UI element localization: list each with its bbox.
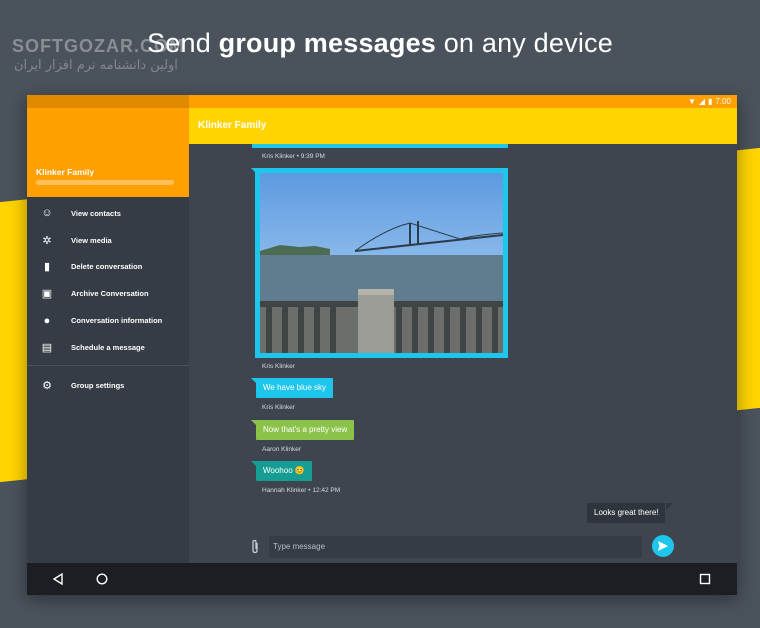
message-list[interactable]: Kris Klinker • 9:39 PM Kris Klinker We h… — [189, 144, 737, 563]
bay-bridge-photo — [260, 173, 503, 353]
previous-bubble-edge — [252, 144, 508, 148]
menu-item-delete-conversation[interactable]: ▮ Delete conversation — [27, 254, 189, 281]
aperture-icon: ✲ — [42, 234, 52, 247]
signal-icon: ◢ — [698, 97, 706, 106]
menu-item-group-settings[interactable]: ⚙ Group settings — [27, 372, 189, 399]
menu-label: View contacts — [71, 208, 121, 218]
message-meta: Kris Klinker — [262, 363, 295, 370]
message-bubble[interactable]: We have blue sky — [256, 378, 333, 398]
message-input[interactable]: Type message — [269, 536, 642, 558]
menu-label: Schedule a message — [71, 342, 145, 352]
headline-bold: group messages — [218, 28, 437, 58]
recents-button[interactable] — [697, 571, 713, 587]
promo-headline: Send group messages on any device — [0, 28, 760, 59]
battery-icon: ▮ — [708, 97, 713, 106]
send-icon — [658, 541, 668, 551]
back-button[interactable] — [50, 571, 66, 587]
status-time: 7:00 — [715, 97, 731, 106]
status-bar: ▼ ◢ ▮ 7:00 — [27, 95, 737, 108]
menu-label: View media — [71, 235, 112, 245]
menu-label: Group settings — [71, 380, 125, 390]
app-toolbar: Klinker Family — [189, 108, 737, 144]
drawer-conversation-name: Klinker Family — [36, 167, 95, 177]
watermark-subtitle: اولین دانشنامه نرم افزار ایران — [14, 58, 178, 73]
menu-item-schedule-message[interactable]: ▤ Schedule a message — [27, 334, 189, 361]
menu-item-view-media[interactable]: ✲ View media — [27, 227, 189, 254]
menu-item-view-contacts[interactable]: ☺ View contacts — [27, 200, 189, 227]
trash-icon: ▮ — [43, 261, 51, 274]
message-bubble[interactable]: Now that's a pretty view — [256, 420, 355, 440]
drawer-header: Klinker Family — [27, 108, 189, 197]
photo-message[interactable] — [255, 168, 508, 358]
recents-icon — [699, 573, 711, 585]
send-button[interactable] — [652, 535, 674, 557]
photo-scene — [260, 221, 503, 353]
drawer-menu: ☺ View contacts ✲ View media ▮ Delete co… — [27, 200, 189, 399]
system-nav-bar — [27, 563, 737, 595]
back-icon — [52, 573, 63, 585]
home-icon — [96, 573, 108, 585]
menu-divider — [27, 364, 189, 366]
menu-item-conversation-information[interactable]: ● Conversation information — [27, 307, 189, 334]
menu-label: Delete conversation — [71, 262, 143, 272]
headline-post: on any device — [436, 28, 613, 58]
face-icon: ☺ — [41, 207, 53, 220]
calendar-icon: ▤ — [41, 341, 53, 354]
navigation-drawer: Klinker Family ☺ View contacts ✲ View me… — [27, 108, 189, 563]
outgoing-message-bubble[interactable]: Looks great there! — [587, 503, 666, 523]
tablet-screen: ▼ ◢ ▮ 7:00 Klinker Family ☺ View contact… — [27, 95, 737, 595]
menu-label: Conversation information — [71, 316, 163, 326]
message-bubble[interactable]: Woohoo 😊 — [256, 461, 312, 481]
toolbar-title: Klinker Family — [198, 120, 267, 131]
message-meta: Kris Klinker • 9:39 PM — [262, 153, 325, 160]
message-meta: Hannah Klinker • 12:42 PM — [262, 487, 341, 494]
menu-label: Archive Conversation — [71, 289, 149, 299]
gear-icon: ⚙ — [42, 379, 52, 392]
info-icon: ● — [43, 314, 51, 327]
message-input-placeholder: Type message — [273, 542, 326, 551]
message-meta: Aaron Klinker — [262, 446, 302, 453]
attach-icon[interactable] — [250, 539, 264, 555]
wifi-icon: ▼ — [687, 97, 696, 106]
headline-pre: Send — [147, 28, 219, 58]
menu-item-archive-conversation[interactable]: ▣ Archive Conversation — [27, 280, 189, 307]
archive-icon: ▣ — [41, 288, 53, 301]
message-meta: Kris Klinker — [262, 404, 295, 411]
home-button[interactable] — [94, 571, 110, 587]
drawer-participants-blurred — [36, 180, 174, 185]
